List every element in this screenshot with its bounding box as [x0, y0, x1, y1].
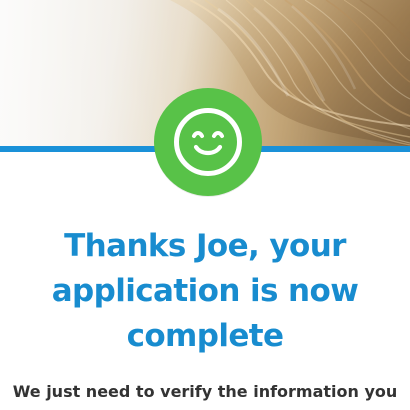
application-complete-page: Thanks Joe, your application is now comp… — [0, 0, 410, 410]
completion-headline: Thanks Joe, your application is now comp… — [22, 224, 388, 359]
headline-line-1: Thanks Joe, your — [64, 228, 346, 264]
success-badge — [154, 88, 262, 196]
smile-icon — [174, 108, 242, 176]
verification-message: We just need to verify the information y… — [12, 382, 398, 401]
headline-line-3: complete — [126, 318, 284, 354]
headline-line-2: application is now — [51, 273, 359, 309]
